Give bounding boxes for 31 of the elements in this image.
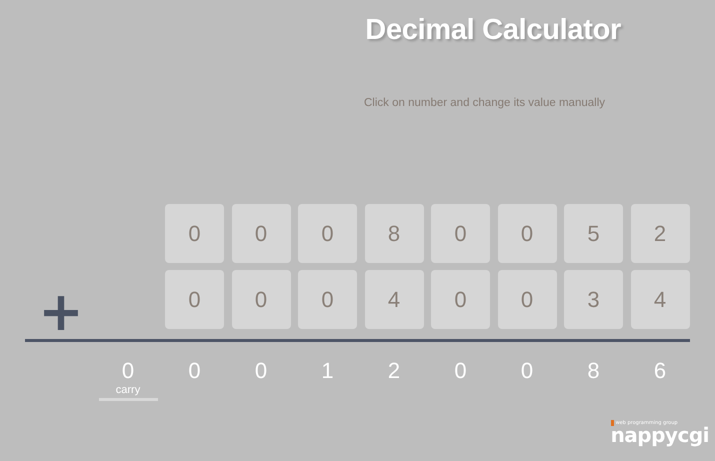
digit-field[interactable]: 0 bbox=[431, 270, 490, 329]
digit-field[interactable]: 0 bbox=[165, 270, 224, 329]
digit-field[interactable]: 4 bbox=[364, 270, 424, 329]
digit-field[interactable]: 0 bbox=[165, 204, 224, 263]
logo-mark-icon bbox=[610, 420, 614, 426]
digit-field[interactable]: 0 bbox=[232, 270, 290, 329]
result-digit: 2 bbox=[388, 358, 400, 384]
digit-field[interactable]: 0 bbox=[431, 204, 490, 263]
digit-field[interactable]: 5 bbox=[564, 204, 623, 263]
digit-field[interactable]: 0 bbox=[498, 270, 556, 329]
result-digit: 0 bbox=[520, 358, 534, 384]
digit-field[interactable]: 0 bbox=[232, 204, 290, 263]
digit-field[interactable]: 3 bbox=[564, 270, 623, 329]
digit-field[interactable]: 4 bbox=[630, 270, 690, 329]
digit-field[interactable]: 0 bbox=[298, 204, 357, 263]
logo-name: nappycgi bbox=[610, 426, 709, 444]
result-digit: 1 bbox=[321, 358, 334, 384]
instruction-text: Click on number and change its value manually bbox=[364, 97, 605, 109]
result-digit: 0 bbox=[254, 358, 268, 384]
digit-field[interactable]: 0 bbox=[298, 270, 357, 329]
result-digit: 0 bbox=[188, 358, 201, 384]
result-digit: 0 bbox=[454, 358, 467, 384]
page-title: Decimal Calculator bbox=[365, 14, 621, 47]
result-digit: 8 bbox=[587, 358, 600, 384]
plus-sign: + bbox=[38, 292, 84, 332]
digit-field[interactable]: 0 bbox=[498, 204, 556, 263]
digit-field[interactable]: 2 bbox=[630, 204, 690, 263]
carry-label: carry bbox=[116, 384, 140, 396]
carry-digit: 0 bbox=[122, 358, 134, 384]
digit-field[interactable]: 8 bbox=[364, 204, 424, 263]
result-digit: 6 bbox=[654, 358, 666, 384]
